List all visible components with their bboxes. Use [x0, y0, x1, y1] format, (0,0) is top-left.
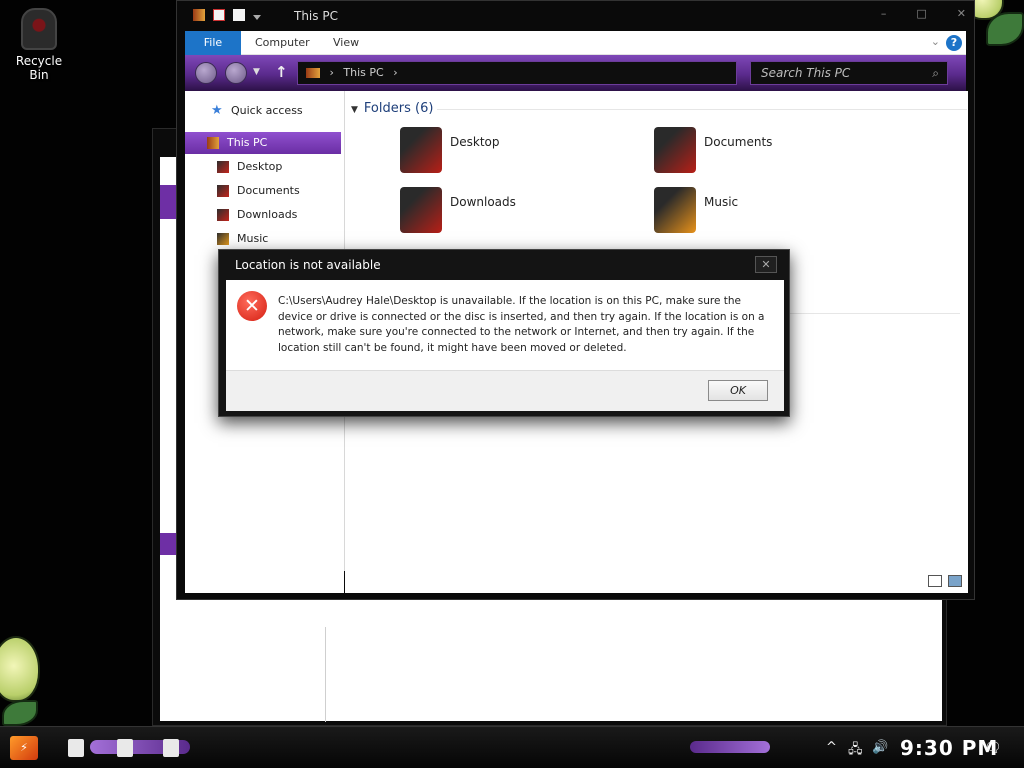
title-bar[interactable]: This PC – □ ✕ — [177, 1, 974, 31]
sidebar-item-documents[interactable]: Documents — [185, 180, 341, 202]
back-button[interactable] — [195, 62, 217, 84]
sidebar-item-quick-access[interactable]: ★ Quick access — [185, 100, 341, 122]
taskbar-app-icon[interactable] — [68, 739, 84, 757]
recycle-bin-icon — [21, 8, 57, 50]
volume-icon[interactable]: 🔊 — [872, 740, 888, 755]
forward-button[interactable] — [225, 62, 247, 84]
dialog-title: Location is not available — [235, 258, 381, 272]
dialog-footer: OK — [226, 370, 784, 411]
ribbon: File Computer View ⌄ ? — [185, 31, 966, 55]
taskbar-accent — [690, 741, 770, 753]
search-placeholder: Search This PC — [761, 66, 851, 80]
taskbar: ⚡ ^ 🖧 🔊 9:30 PM 🗨 — [0, 726, 1024, 768]
taskbar-app-icon[interactable] — [117, 739, 133, 757]
search-input[interactable]: Search This PC ⌕ — [750, 61, 948, 85]
dialog-body: ✕ C:\Users\Audrey Hale\Desktop is unavai… — [226, 280, 784, 370]
action-center-icon[interactable]: 🗨 — [984, 740, 1002, 756]
minimize-icon[interactable]: – — [881, 7, 887, 20]
character-decoration — [0, 636, 40, 702]
star-icon: ★ — [211, 103, 223, 118]
sidebar-item-label: Documents — [237, 184, 300, 197]
window-controls: – □ ✕ — [881, 7, 966, 20]
help-icon[interactable]: ? — [946, 35, 962, 51]
maximize-icon[interactable]: □ — [916, 7, 926, 20]
dialog-close-button[interactable]: ✕ — [755, 256, 777, 273]
documents-folder-icon — [654, 127, 696, 173]
desktop: Recycle Bin This PC – □ ✕ File Computer … — [0, 0, 1024, 768]
downloads-folder-icon — [400, 187, 442, 233]
properties-icon[interactable] — [213, 9, 225, 21]
close-icon[interactable]: ✕ — [957, 7, 966, 20]
tab-computer[interactable]: Computer — [247, 31, 318, 55]
sidebar-item-label: Desktop — [237, 160, 283, 173]
folder-label: Desktop — [450, 135, 500, 149]
address-text: This PC — [343, 66, 384, 79]
taskbar-app-icon[interactable] — [163, 739, 179, 757]
folder-label: Music — [704, 195, 739, 209]
up-arrow-icon[interactable]: ↑ — [275, 63, 288, 81]
details-view-icon[interactable] — [928, 575, 942, 587]
sidebar-item-this-pc[interactable]: This PC — [185, 132, 341, 154]
large-icons-view-icon[interactable] — [948, 575, 962, 587]
sidebar-item-desktop[interactable]: Desktop — [185, 156, 341, 178]
folder-label: Documents — [704, 135, 773, 149]
folders-group-title: Folders (6) — [363, 101, 434, 116]
recycle-bin-label: Recycle Bin — [15, 54, 63, 82]
documents-folder-icon — [217, 185, 229, 197]
leaf-decoration — [986, 12, 1024, 46]
tab-file[interactable]: File — [185, 31, 241, 55]
error-dialog[interactable]: Location is not available ✕ ✕ C:\Users\A… — [218, 249, 790, 417]
folder-label: Downloads — [450, 195, 516, 209]
navigation-bar: ▼ ↑ › This PC › Search This PC ⌕ — [185, 55, 966, 91]
recent-locations-chevron-icon[interactable]: ▼ — [253, 67, 260, 77]
pc-icon — [193, 9, 205, 21]
breadcrumb-chevron-icon[interactable]: › — [393, 66, 397, 79]
show-hidden-icons-chevron-icon[interactable]: ^ — [826, 740, 837, 755]
sidebar-item-label: Downloads — [237, 208, 298, 221]
address-bar[interactable]: › This PC › — [297, 61, 737, 85]
desktop-folder-icon — [217, 161, 229, 173]
background-window-divider — [325, 627, 326, 722]
start-button[interactable]: ⚡ — [10, 736, 38, 760]
error-x-icon: ✕ — [237, 291, 267, 321]
music-folder-icon — [654, 187, 696, 233]
error-message: C:\Users\Audrey Hale\Desktop is unavaila… — [278, 295, 765, 354]
search-icon[interactable]: ⌕ — [932, 62, 939, 84]
new-folder-icon[interactable] — [233, 9, 245, 21]
folders-group-header[interactable]: ▼ Folders (6) — [351, 101, 433, 116]
leaf-decoration — [2, 700, 38, 726]
window-title: This PC — [294, 9, 338, 23]
view-switcher — [928, 575, 962, 587]
desktop-folder-icon — [400, 127, 442, 173]
downloads-folder-icon — [217, 209, 229, 221]
sidebar-item-label: Quick access — [231, 104, 303, 117]
sidebar-item-downloads[interactable]: Downloads — [185, 204, 341, 226]
sidebar-item-label: This PC — [227, 136, 268, 149]
tab-view[interactable]: View — [325, 31, 367, 55]
quick-access-toolbar — [193, 9, 261, 21]
pc-icon — [207, 137, 219, 149]
network-icon[interactable]: 🖧 — [848, 740, 863, 762]
ribbon-expand-chevron-icon[interactable]: ⌄ — [931, 35, 940, 48]
pc-icon — [306, 68, 320, 78]
ok-button[interactable]: OK — [708, 380, 768, 401]
collapse-triangle-icon[interactable]: ▼ — [351, 105, 358, 115]
group-header-line — [437, 109, 967, 110]
music-folder-icon — [217, 233, 229, 245]
recycle-bin[interactable]: Recycle Bin — [6, 8, 72, 82]
sidebar-item-music[interactable]: Music — [185, 228, 341, 250]
sidebar-item-label: Music — [237, 232, 269, 245]
breadcrumb-separator-icon: › — [329, 66, 334, 79]
customize-toolbar-chevron-icon[interactable] — [253, 14, 261, 20]
